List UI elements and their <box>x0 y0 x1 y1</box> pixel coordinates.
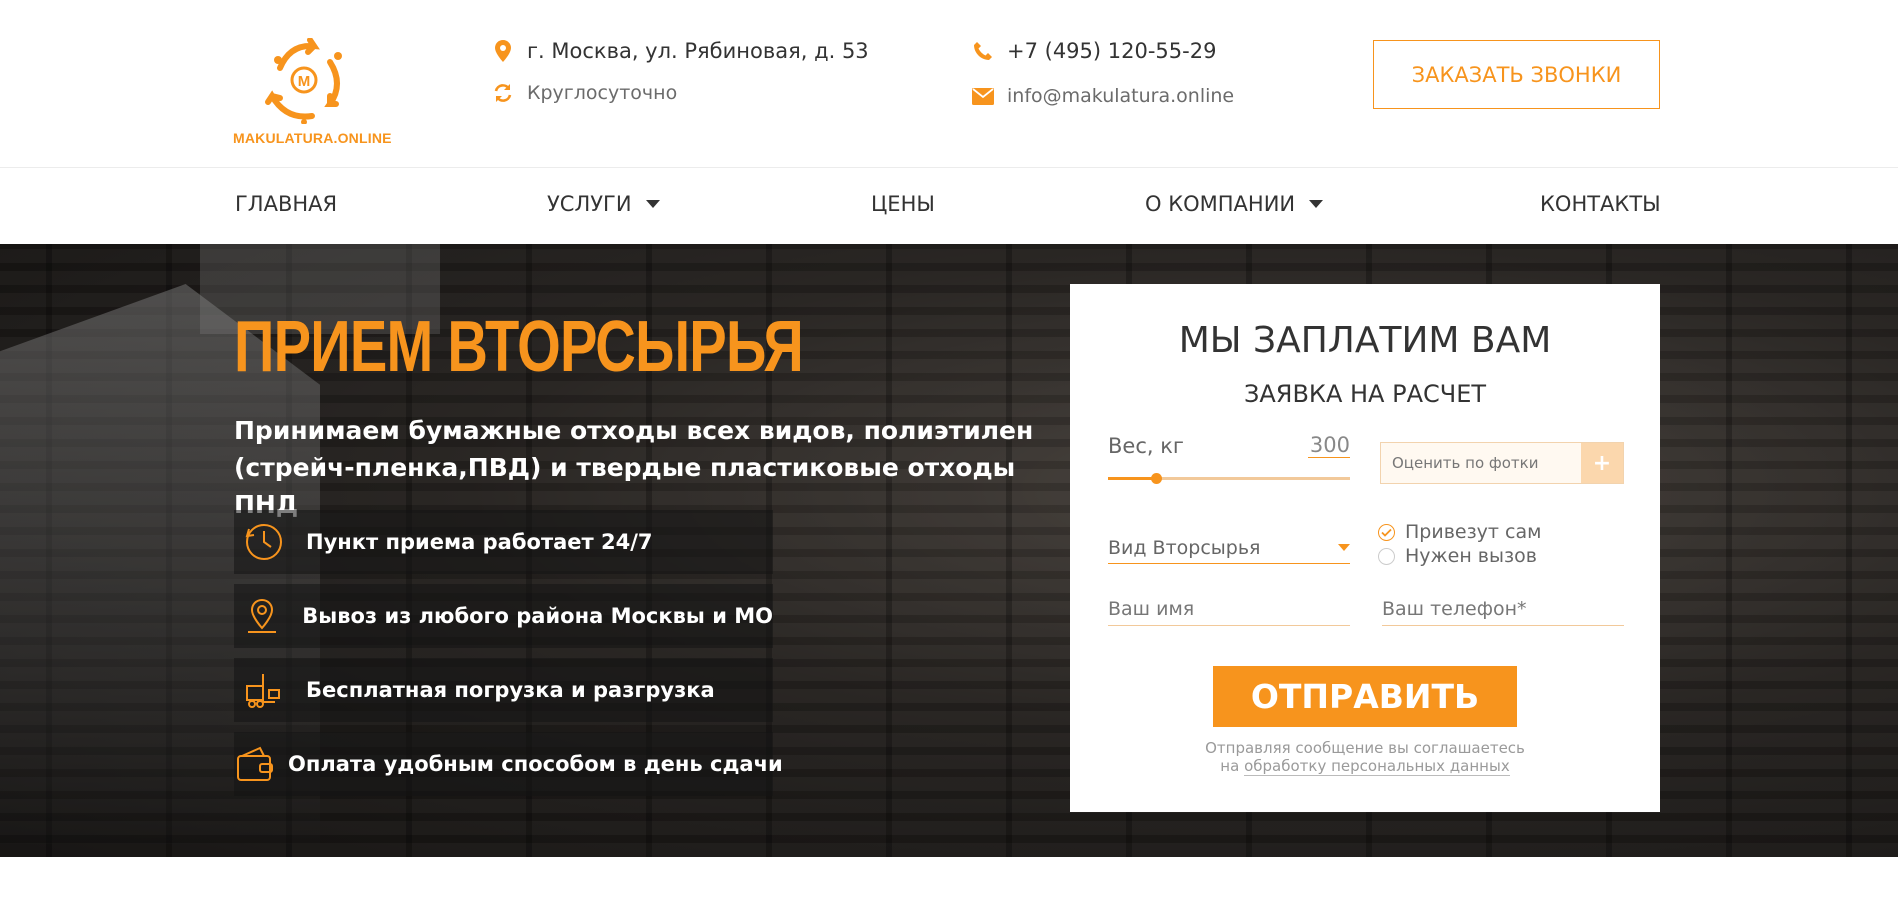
nav-item-label: О КОМПАНИИ <box>1145 192 1296 216</box>
email[interactable]: info@makulatura.online <box>971 84 1234 108</box>
wallet-icon <box>234 732 276 796</box>
radio-checked-icon <box>1378 523 1395 541</box>
submit-button[interactable]: ОТПРАВИТЬ <box>1213 666 1517 727</box>
weight-value-input[interactable]: 300 <box>1308 433 1350 458</box>
feature-text: Вывоз из любого района Москвы и МО <box>302 604 773 628</box>
nav-item-label: УСЛУГИ <box>547 192 632 216</box>
weight-slider-thumb[interactable] <box>1151 473 1163 484</box>
weight-slider[interactable] <box>1108 473 1350 484</box>
weight-label: Вес, кг <box>1108 434 1184 458</box>
radio-pickup-needed[interactable]: Нужен вызов <box>1378 545 1537 567</box>
nav-item-about[interactable]: О КОМПАНИИ <box>1145 192 1324 216</box>
consent-line: Отправляя сообщение вы соглашаетесь <box>1205 739 1525 757</box>
recycle-logo-icon: M <box>265 38 342 124</box>
privacy-policy-link[interactable]: обработку персональных данных <box>1244 757 1510 776</box>
working-hours: Круглосуточно <box>491 81 677 105</box>
consent-line-2: на обработку персональных данных <box>1070 757 1660 776</box>
feature-item: Пункт приема работает 24/7 <box>234 510 773 574</box>
caret-down-icon <box>1309 200 1324 208</box>
order-call-button[interactable]: ЗАКАЗАТЬ ЗВОНКИ <box>1373 40 1660 109</box>
feature-item: Бесплатная погрузка и разгрузка <box>234 658 773 722</box>
phone-text[interactable]: +7 (495) 120-55-29 <box>1007 39 1216 63</box>
calculation-form: МЫ ЗАПЛАТИМ ВАМ ЗАЯВКА НА РАСЧЕТ Вес, кг… <box>1070 284 1660 812</box>
feature-item: Вывоз из любого района Москвы и МО <box>234 584 773 648</box>
map-pin-icon <box>234 584 290 648</box>
nav-item-prices[interactable]: ЦЕНЫ <box>871 192 935 216</box>
logo-text: MAKULATURA.ONLINE <box>233 130 392 146</box>
material-type-select[interactable]: Вид Вторсырья <box>1108 532 1350 564</box>
phone-icon <box>971 39 995 63</box>
material-type-value: Вид Вторсырья <box>1108 536 1261 559</box>
consent-text: Отправляя сообщение вы соглашаетесь на о… <box>1070 739 1660 776</box>
forklift-icon <box>234 658 294 722</box>
logo[interactable]: M MAKULATURA.ONLINE <box>233 38 392 148</box>
feature-text: Бесплатная погрузка и разгрузка <box>306 678 715 702</box>
radio-label: Нужен вызов <box>1405 545 1537 567</box>
feature-item: Оплата удобным способом в день сдачи <box>234 732 783 796</box>
nav-item-label: ЦЕНЫ <box>871 192 935 216</box>
main-nav: ГЛАВНАЯ УСЛУГИ ЦЕНЫ О КОМПАНИИ КОНТАКТЫ <box>0 169 1898 244</box>
nav-item-label: КОНТАКТЫ <box>1540 192 1661 216</box>
add-photo-button[interactable]: + <box>1581 443 1623 483</box>
svg-text:M: M <box>298 73 311 90</box>
map-pin-icon <box>491 39 515 63</box>
photo-estimate-field[interactable]: Оценить по фотки + <box>1380 442 1624 484</box>
address: г. Москва, ул. Рябиновая, д. 53 <box>491 39 869 63</box>
refresh-icon <box>491 81 515 105</box>
clock-icon <box>234 510 294 574</box>
hours-text: Круглосуточно <box>527 82 678 104</box>
photo-estimate-placeholder[interactable]: Оценить по фотки <box>1381 443 1581 483</box>
nav-item-label: ГЛАВНАЯ <box>235 192 338 216</box>
consent-prefix: на <box>1220 757 1240 775</box>
form-title: МЫ ЗАПЛАТИМ ВАМ <box>1178 320 1552 361</box>
nav-item-home[interactable]: ГЛАВНАЯ <box>235 192 337 216</box>
feature-text: Оплата удобным способом в день сдачи <box>288 752 783 776</box>
site-header: M MAKULATURA.ONLINE г. Москва, ул. Рябин… <box>0 0 1898 168</box>
envelope-icon <box>971 84 995 108</box>
hero-title: ПРИЕМ ВТОРСЫРЬЯ <box>234 307 804 387</box>
feature-text: Пункт приема работает 24/7 <box>306 530 653 554</box>
email-text[interactable]: info@makulatura.online <box>1007 85 1234 107</box>
radio-label: Привезут сам <box>1405 521 1542 543</box>
phone[interactable]: +7 (495) 120-55-29 <box>971 39 1216 63</box>
address-text: г. Москва, ул. Рябиновая, д. 53 <box>527 39 869 63</box>
hero-section: ПРИЕМ ВТОРСЫРЬЯ Принимаем бумажные отход… <box>0 244 1898 857</box>
phone-input[interactable]: Ваш телефон* <box>1382 592 1624 626</box>
caret-down-icon <box>1338 544 1350 551</box>
nav-item-contacts[interactable]: КОНТАКТЫ <box>1540 192 1661 216</box>
nav-item-services[interactable]: УСЛУГИ <box>547 192 660 216</box>
name-input[interactable]: Ваш имя <box>1108 592 1350 626</box>
radio-self-delivery[interactable]: Привезут сам <box>1378 521 1541 543</box>
caret-down-icon <box>645 200 660 208</box>
radio-unchecked-icon <box>1378 547 1395 565</box>
weight-slider-fill <box>1108 477 1157 480</box>
form-subtitle: ЗАЯВКА НА РАСЧЕТ <box>1243 380 1487 408</box>
hero-subtitle: Принимаем бумажные отходы всех видов, по… <box>234 416 1034 519</box>
